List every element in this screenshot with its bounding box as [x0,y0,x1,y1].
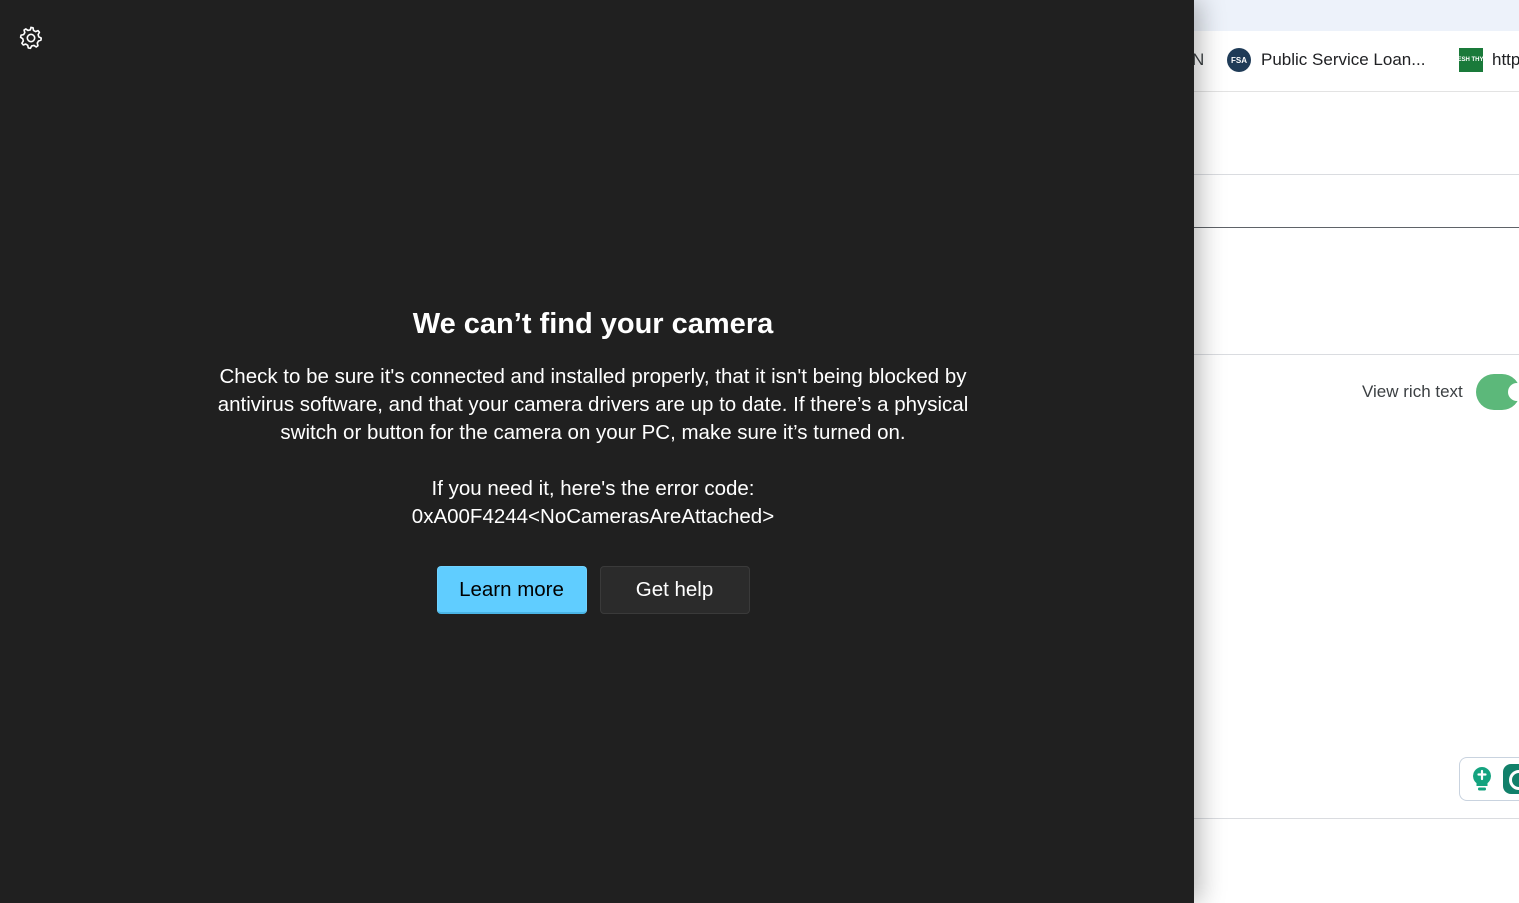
bookmark-public-service-loan[interactable]: FSA Public Service Loan... [1227,47,1425,73]
bookmark-label: http [1492,50,1519,69]
background-browser-window: N FSA Public Service Loan... FRESH THYME… [1194,0,1519,903]
learn-more-button[interactable]: Learn more [436,566,587,614]
bookmark-label: Public Service Loan... [1261,50,1426,69]
toggle-knob [1507,383,1519,401]
error-description: Check to be sure it's connected and inst… [217,365,969,444]
view-rich-text-row: View rich text [1362,374,1519,410]
settings-button[interactable] [14,21,48,55]
view-rich-text-label: View rich text [1362,382,1463,401]
error-code: 0xA00F4244<NoCamerasAreAttached> [411,505,775,528]
error-code-label: If you need it, here's the error code: [431,477,755,500]
view-rich-text-toggle[interactable] [1475,374,1519,410]
bookmark-partial[interactable]: N [1194,50,1204,70]
divider [1194,818,1519,819]
fsa-favicon-icon: FSA [1227,48,1251,72]
lightbulb-icon [1473,767,1491,791]
divider [1194,174,1519,175]
divider [1194,354,1519,355]
grammarly-icon [1503,764,1519,794]
bookmark-fresh-thyme[interactable]: FRESH THYME http [1450,47,1519,73]
fresh-thyme-favicon-icon: FRESH THYME [1450,48,1493,72]
browser-tab-strip [1194,0,1519,31]
camera-app-window: We can’t find your camera Check to be su… [0,0,1194,903]
action-buttons: Learn more Get help [193,566,993,614]
divider [1194,227,1519,228]
camera-error-panel: We can’t find your camera Check to be su… [193,302,993,614]
gear-icon [19,26,42,50]
get-help-button[interactable]: Get help [599,566,750,614]
grammarly-widget[interactable] [1459,757,1519,801]
error-title: We can’t find your camera [412,308,774,340]
